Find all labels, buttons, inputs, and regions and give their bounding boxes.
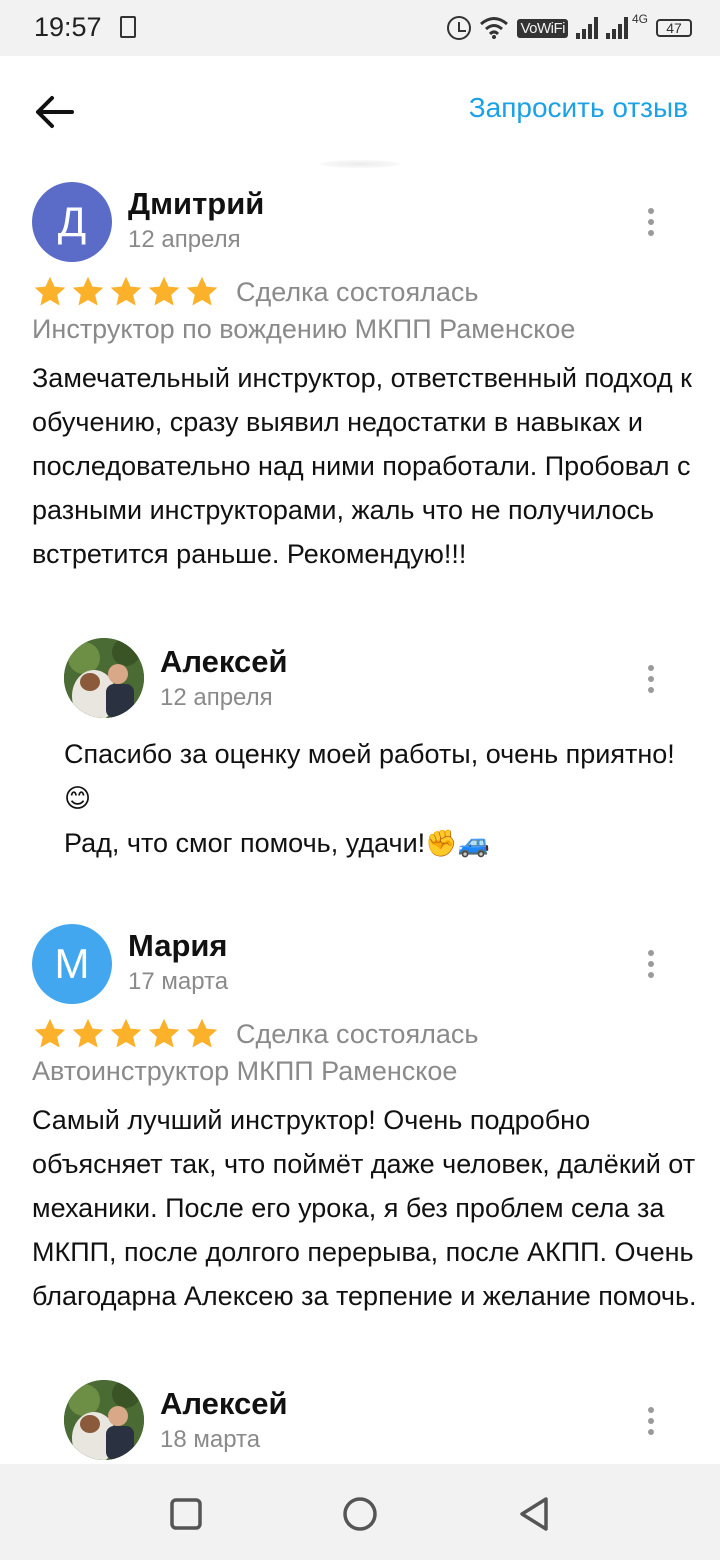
avatar: Д (32, 182, 112, 262)
avatar: М (32, 924, 112, 1004)
system-nav-bar (0, 1464, 720, 1560)
home-button[interactable] (340, 1494, 380, 1534)
smile-emoji: 😊 (64, 784, 92, 814)
reply-author: Алексей (160, 1386, 288, 1421)
star-icon (186, 276, 218, 306)
star-icon (34, 276, 66, 306)
triangle-back-icon (520, 1497, 548, 1531)
status-time: 19:57 (34, 12, 102, 42)
reply-line-2: Рад, что смог помочь, удачи! (64, 828, 426, 858)
deal-status: Сделка состоялась (236, 276, 479, 307)
avatar-letter: М (54, 940, 90, 987)
network-type: 4G (631, 12, 648, 26)
review-date: 17 марта (128, 968, 229, 995)
wifi-icon (480, 17, 509, 39)
back-nav-button[interactable] (514, 1494, 554, 1534)
rating-row: Сделка состоялась (32, 272, 478, 312)
review-category: Инструктор по вождению МКПП Раменское (32, 314, 576, 344)
star-icon (148, 276, 180, 306)
fist-emoji: ✊ (425, 829, 458, 859)
square-icon (170, 1498, 202, 1530)
star-icon (110, 276, 142, 306)
app-bar: Запросить отзыв (0, 56, 720, 166)
arrow-left-icon (36, 96, 74, 128)
reply-avatar (64, 638, 144, 718)
star-icon (186, 1018, 218, 1048)
avatar-letter: Д (57, 198, 87, 245)
more-options-button[interactable] (636, 944, 666, 984)
reply-author: Алексей (160, 644, 288, 679)
reply-avatar (64, 1380, 144, 1460)
battery-icon: 47 (656, 19, 692, 37)
star-rating (32, 274, 220, 310)
sim-card-icon (120, 16, 136, 38)
star-rating (32, 1016, 220, 1052)
alarm-icon (447, 16, 472, 40)
star-icon (110, 1018, 142, 1048)
status-bar: 19:57 VoWiFi 4G 47 (0, 0, 720, 56)
avatar-photo (64, 638, 144, 718)
review-date: 12 апреля (128, 226, 241, 253)
review-author: Дмитрий (128, 186, 265, 221)
star-icon (72, 1018, 104, 1048)
signal-icon-2 (605, 17, 628, 39)
review-category: Автоинструктор МКПП Раменское (32, 1056, 458, 1086)
signal-icon-1 (575, 17, 598, 39)
status-icons: VoWiFi 4G 47 (447, 12, 692, 44)
more-options-button[interactable] (636, 202, 666, 242)
back-button[interactable] (30, 90, 78, 134)
reply-line-1: Спасибо за оценку моей работы, очень при… (64, 739, 675, 769)
recents-button[interactable] (166, 1494, 206, 1534)
reply-date: 12 апреля (160, 684, 273, 711)
star-icon (148, 1018, 180, 1048)
reply-more-options-button[interactable] (636, 1401, 666, 1441)
star-icon (34, 1018, 66, 1048)
review-text: Самый лучший инструктор! Очень подробно … (32, 1105, 697, 1311)
scroll-shadow (320, 160, 400, 168)
rating-row: Сделка состоялась (32, 1014, 478, 1054)
reply-date: 18 марта (160, 1426, 261, 1453)
review-text: Замечательный инструктор, ответственный … (32, 363, 692, 569)
reply-text: Спасибо за оценку моей работы, очень при… (64, 732, 684, 866)
avatar-photo (64, 1380, 144, 1460)
vowifi-badge: VoWiFi (517, 18, 568, 38)
circle-icon (343, 1497, 377, 1531)
review-author: Мария (128, 928, 228, 963)
car-emoji: 🚙 (457, 829, 490, 859)
star-icon (72, 276, 104, 306)
request-review-button[interactable]: Запросить отзыв (469, 92, 688, 124)
deal-status: Сделка состоялась (236, 1018, 479, 1049)
reply-more-options-button[interactable] (636, 659, 666, 699)
